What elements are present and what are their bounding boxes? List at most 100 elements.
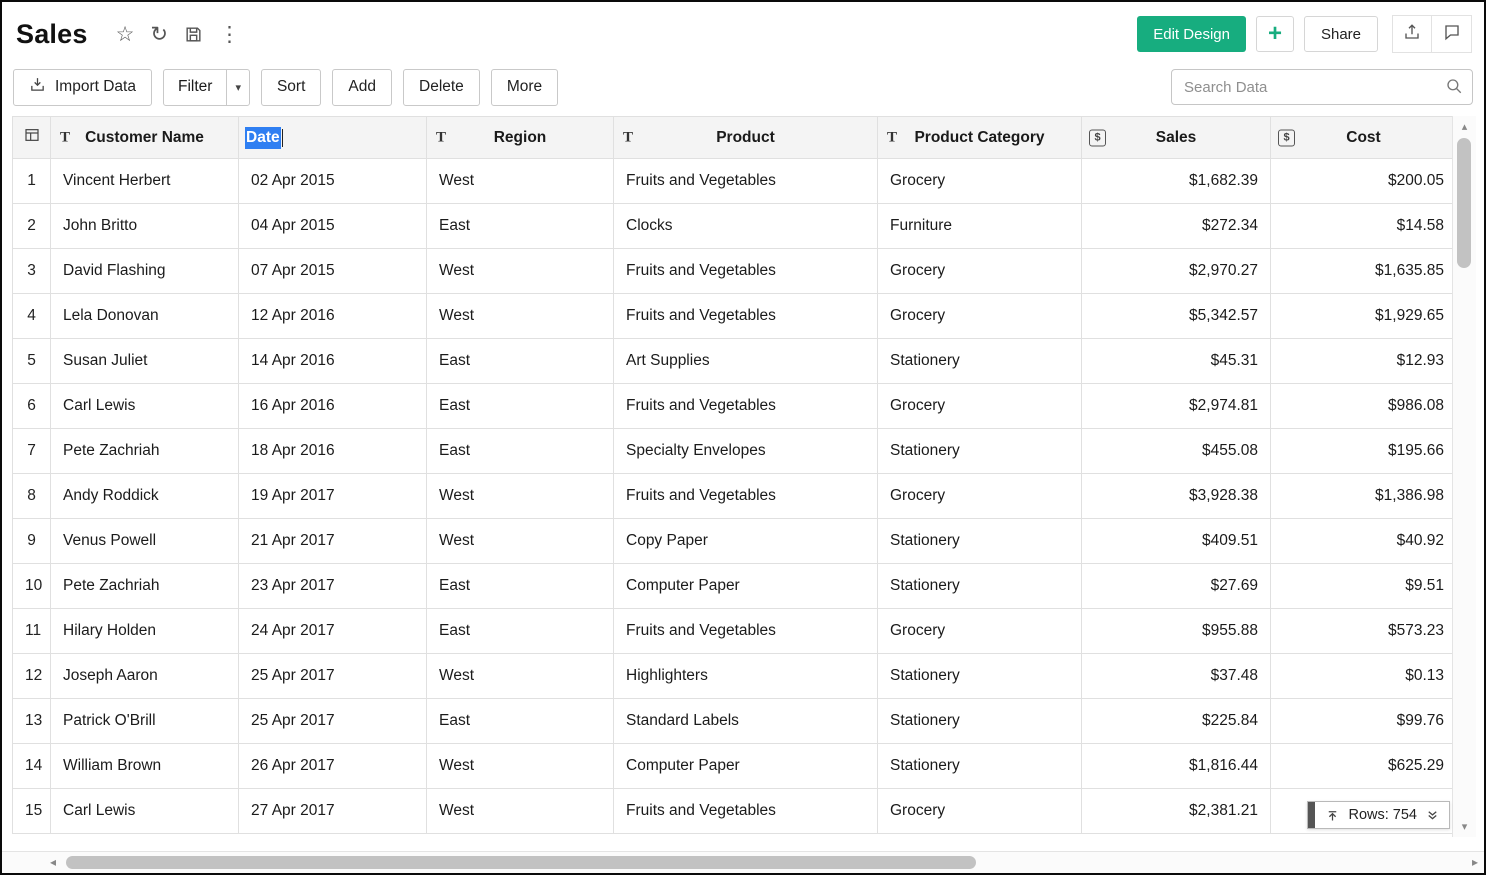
cell-date[interactable]: 26 Apr 2017 (239, 744, 427, 789)
cell-sales[interactable]: $1,682.39 (1082, 159, 1271, 204)
cell-customer[interactable]: Pete Zachriah (51, 429, 239, 474)
column-header-date[interactable]: Date (239, 117, 427, 159)
cell-customer[interactable]: David Flashing (51, 249, 239, 294)
filter-dropdown-caret[interactable]: ▾ (226, 70, 249, 105)
cell-cost[interactable]: $195.66 (1271, 429, 1457, 474)
cell-date[interactable]: 27 Apr 2017 (239, 789, 427, 834)
cell-product[interactable]: Fruits and Vegetables (614, 474, 878, 519)
cell-sales[interactable]: $955.88 (1082, 609, 1271, 654)
import-data-button[interactable]: Import Data (13, 69, 152, 106)
cell-product[interactable]: Fruits and Vegetables (614, 294, 878, 339)
cell-product[interactable]: Copy Paper (614, 519, 878, 564)
scroll-down-arrow-icon[interactable]: ▾ (1453, 820, 1476, 833)
cell-product[interactable]: Fruits and Vegetables (614, 609, 878, 654)
row-number[interactable]: 8 (13, 474, 51, 519)
cell-date[interactable]: 25 Apr 2017 (239, 654, 427, 699)
column-header-cost[interactable]: $Cost (1271, 117, 1457, 159)
cell-product[interactable]: Standard Labels (614, 699, 878, 744)
vertical-scrollbar-thumb[interactable] (1457, 138, 1471, 268)
cell-customer[interactable]: Vincent Herbert (51, 159, 239, 204)
cell-product[interactable]: Art Supplies (614, 339, 878, 384)
cell-cost[interactable]: $40.92 (1271, 519, 1457, 564)
add-button[interactable]: Add (332, 69, 392, 106)
row-number[interactable]: 14 (13, 744, 51, 789)
cell-customer[interactable]: Carl Lewis (51, 789, 239, 834)
cell-customer[interactable]: Hilary Holden (51, 609, 239, 654)
cell-category[interactable]: Stationery (878, 339, 1082, 384)
vertical-scrollbar[interactable]: ▴ ▾ (1452, 116, 1476, 837)
cell-region[interactable]: East (427, 564, 614, 609)
cell-category[interactable]: Stationery (878, 429, 1082, 474)
horizontal-scrollbar[interactable]: ◂ ▸ (2, 851, 1484, 873)
cell-category[interactable]: Stationery (878, 654, 1082, 699)
cell-customer[interactable]: Pete Zachriah (51, 564, 239, 609)
column-header-sales[interactable]: $Sales (1082, 117, 1271, 159)
cell-cost[interactable]: $12.93 (1271, 339, 1457, 384)
cell-region[interactable]: West (427, 519, 614, 564)
cell-date[interactable]: 21 Apr 2017 (239, 519, 427, 564)
cell-customer[interactable]: Venus Powell (51, 519, 239, 564)
cell-region[interactable]: West (427, 159, 614, 204)
cell-sales[interactable]: $2,974.81 (1082, 384, 1271, 429)
more-button[interactable]: More (491, 69, 558, 106)
cell-date[interactable]: 24 Apr 2017 (239, 609, 427, 654)
cell-region[interactable]: East (427, 609, 614, 654)
cell-customer[interactable]: Susan Juliet (51, 339, 239, 384)
row-number[interactable]: 4 (13, 294, 51, 339)
column-header-category[interactable]: TProduct Category (878, 117, 1082, 159)
cell-cost[interactable]: $99.76 (1271, 699, 1457, 744)
cell-category[interactable]: Grocery (878, 249, 1082, 294)
cell-cost[interactable]: $0.13 (1271, 654, 1457, 699)
cell-cost[interactable]: $986.08 (1271, 384, 1457, 429)
cell-category[interactable]: Grocery (878, 789, 1082, 834)
scroll-right-arrow-icon[interactable]: ▸ (1472, 855, 1478, 869)
row-number[interactable]: 7 (13, 429, 51, 474)
comments-button[interactable] (1432, 15, 1472, 53)
cell-date[interactable]: 12 Apr 2016 (239, 294, 427, 339)
export-button[interactable] (1392, 15, 1432, 53)
search-input[interactable] (1171, 69, 1473, 105)
save-icon[interactable] (184, 25, 203, 44)
scroll-left-arrow-icon[interactable]: ◂ (50, 855, 56, 869)
cell-date[interactable]: 23 Apr 2017 (239, 564, 427, 609)
cell-region[interactable]: East (427, 429, 614, 474)
cell-sales[interactable]: $2,970.27 (1082, 249, 1271, 294)
filter-button[interactable]: Filter (164, 70, 226, 105)
horizontal-scrollbar-thumb[interactable] (66, 856, 976, 869)
row-number[interactable]: 10 (13, 564, 51, 609)
cell-product[interactable]: Fruits and Vegetables (614, 384, 878, 429)
cell-date[interactable]: 16 Apr 2016 (239, 384, 427, 429)
cell-cost[interactable]: $14.58 (1271, 204, 1457, 249)
cell-product[interactable]: Fruits and Vegetables (614, 789, 878, 834)
cell-customer[interactable]: Lela Donovan (51, 294, 239, 339)
row-number[interactable]: 5 (13, 339, 51, 384)
cell-region[interactable]: East (427, 204, 614, 249)
row-number[interactable]: 13 (13, 699, 51, 744)
cell-customer[interactable]: Patrick O'Brill (51, 699, 239, 744)
refresh-icon[interactable]: ↻ (150, 24, 168, 45)
cell-product[interactable]: Specialty Envelopes (614, 429, 878, 474)
jump-to-bottom-icon[interactable] (1425, 808, 1440, 823)
cell-date[interactable]: 07 Apr 2015 (239, 249, 427, 294)
cell-region[interactable]: East (427, 384, 614, 429)
delete-button[interactable]: Delete (403, 69, 480, 106)
select-all-corner[interactable] (13, 117, 51, 159)
cell-product[interactable]: Highlighters (614, 654, 878, 699)
cell-region[interactable]: West (427, 474, 614, 519)
row-number[interactable]: 6 (13, 384, 51, 429)
cell-region[interactable]: West (427, 249, 614, 294)
cell-product[interactable]: Fruits and Vegetables (614, 249, 878, 294)
cell-cost[interactable]: $625.29 (1271, 744, 1457, 789)
cell-sales[interactable]: $3,928.38 (1082, 474, 1271, 519)
row-number[interactable]: 15 (13, 789, 51, 834)
cell-cost[interactable]: $573.23 (1271, 609, 1457, 654)
cell-region[interactable]: West (427, 294, 614, 339)
favorite-star-icon[interactable]: ☆ (116, 24, 135, 45)
cell-region[interactable]: West (427, 654, 614, 699)
cell-category[interactable]: Stationery (878, 564, 1082, 609)
cell-date[interactable]: 19 Apr 2017 (239, 474, 427, 519)
cell-category[interactable]: Stationery (878, 699, 1082, 744)
cell-product[interactable]: Computer Paper (614, 744, 878, 789)
row-number[interactable]: 3 (13, 249, 51, 294)
cell-category[interactable]: Grocery (878, 474, 1082, 519)
